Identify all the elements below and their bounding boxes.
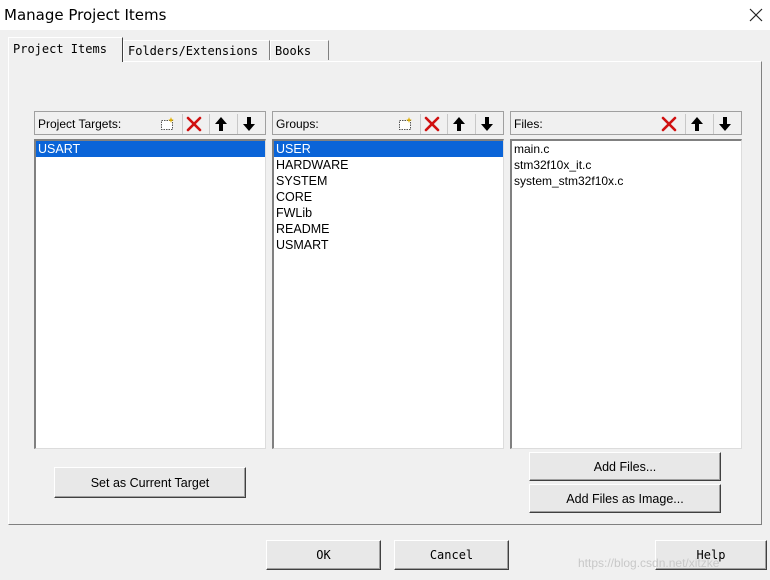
close-button[interactable]	[742, 2, 770, 28]
move-group-down-button[interactable]	[475, 114, 498, 134]
tab-label: Project Items	[13, 42, 107, 56]
new-item-icon	[161, 117, 174, 130]
targets-header: Project Targets:	[34, 111, 266, 135]
move-down-icon	[719, 117, 731, 131]
move-up-icon	[453, 117, 465, 131]
move-target-up-button[interactable]	[209, 114, 232, 134]
groups-list[interactable]: USER HARDWARE SYSTEM CORE FWLib README U…	[272, 139, 504, 449]
ok-button[interactable]: OK	[266, 540, 381, 570]
tab-label: Books	[275, 44, 312, 58]
tab-project-items[interactable]: Project Items	[8, 37, 123, 62]
delete-icon	[424, 116, 440, 132]
tab-label: Folders/Extensions	[128, 44, 259, 58]
list-item[interactable]: system_stm32f10x.c	[512, 173, 741, 189]
move-file-up-button[interactable]	[685, 114, 708, 134]
button-label: OK	[316, 548, 331, 562]
button-label: Cancel	[429, 548, 474, 562]
new-group-button[interactable]	[394, 114, 416, 134]
groups-label: Groups:	[276, 117, 319, 131]
groups-header: Groups:	[272, 111, 504, 135]
close-icon	[749, 8, 763, 22]
set-current-target-button[interactable]: Set as Current Target	[54, 467, 246, 498]
watermark: https://blog.csdn.net/xitzke	[578, 556, 720, 570]
new-item-icon	[399, 117, 412, 130]
delete-group-button[interactable]	[420, 114, 443, 134]
delete-target-button[interactable]	[182, 114, 205, 134]
tab-books[interactable]: Books	[270, 40, 329, 60]
move-target-down-button[interactable]	[237, 114, 260, 134]
title-bar: Manage Project Items	[0, 0, 770, 30]
list-item[interactable]: CORE	[274, 189, 503, 205]
delete-file-button[interactable]	[658, 114, 680, 134]
list-item[interactable]: USER	[274, 141, 503, 157]
add-files-button[interactable]: Add Files...	[529, 452, 721, 481]
move-group-up-button[interactable]	[447, 114, 470, 134]
move-down-icon	[243, 117, 255, 131]
button-label: Add Files as Image...	[566, 491, 684, 506]
targets-label: Project Targets:	[38, 117, 122, 131]
cancel-button[interactable]: Cancel	[394, 540, 509, 570]
new-target-button[interactable]	[156, 114, 178, 134]
files-label: Files:	[514, 117, 543, 131]
delete-icon	[661, 116, 677, 132]
list-item[interactable]: USART	[36, 141, 265, 157]
button-label: Add Files...	[593, 459, 657, 474]
files-list[interactable]: main.c stm32f10x_it.c system_stm32f10x.c	[510, 139, 742, 449]
add-files-as-image-button[interactable]: Add Files as Image...	[529, 484, 721, 513]
files-header: Files:	[510, 111, 742, 135]
button-label: Set as Current Target	[90, 475, 210, 490]
list-item[interactable]: README	[274, 221, 503, 237]
delete-icon	[186, 116, 202, 132]
move-up-icon	[691, 117, 703, 131]
list-item[interactable]: HARDWARE	[274, 157, 503, 173]
tab-folders-extensions[interactable]: Folders/Extensions	[123, 40, 270, 60]
move-down-icon	[481, 117, 493, 131]
targets-list[interactable]: USART	[34, 139, 266, 449]
list-item[interactable]: stm32f10x_it.c	[512, 157, 741, 173]
list-item[interactable]: FWLib	[274, 205, 503, 221]
move-up-icon	[215, 117, 227, 131]
move-file-down-button[interactable]	[713, 114, 736, 134]
list-item[interactable]: USMART	[274, 237, 503, 253]
list-item[interactable]: main.c	[512, 141, 741, 157]
list-item[interactable]: SYSTEM	[274, 173, 503, 189]
window-title: Manage Project Items	[4, 6, 167, 24]
